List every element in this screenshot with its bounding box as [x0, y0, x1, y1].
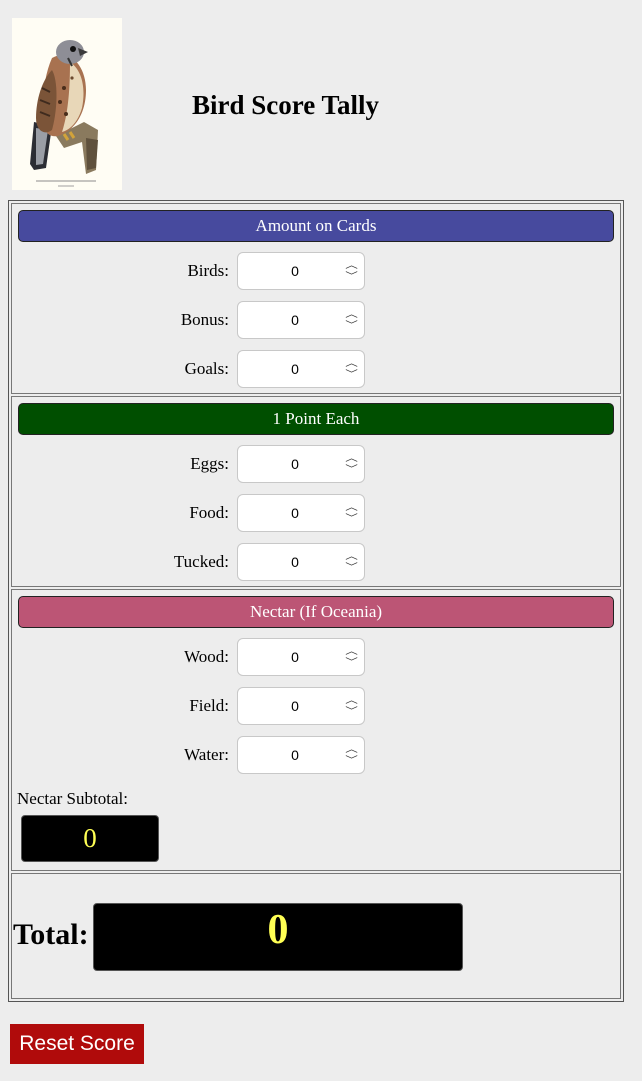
- eggs-stepper[interactable]: ︿ ﹀: [346, 454, 359, 474]
- chevron-up-icon[interactable]: ︿: [346, 744, 359, 754]
- tucked-label: Tucked:: [173, 551, 229, 571]
- row-eggs: Eggs: 0 ︿ ﹀: [12, 440, 620, 489]
- section-header-nectar: Nectar (If Oceania): [18, 596, 614, 629]
- chevron-down-icon[interactable]: ﹀: [346, 707, 359, 716]
- chevron-up-icon[interactable]: ︿: [346, 696, 359, 705]
- eggs-label: Eggs:: [190, 454, 229, 474]
- row-field: Field: 0 ︿ ﹀: [12, 682, 620, 731]
- chevron-up-icon[interactable]: ︿: [346, 310, 359, 319]
- field-input[interactable]: 0 ︿ ﹀: [237, 687, 365, 726]
- kestrel-bird-image: [12, 18, 122, 190]
- row-birds: Birds: 0 ︿ ﹀: [12, 247, 620, 296]
- goals-stepper[interactable]: ︿ ﹀: [346, 358, 359, 379]
- section-nectar: Nectar (If Oceania) Wood: 0 ︿ ﹀ Field: 0 ︿ ﹀…: [11, 589, 621, 872]
- field-stepper[interactable]: ︿ ﹀: [346, 696, 359, 716]
- chevron-up-icon[interactable]: ︿: [346, 647, 359, 656]
- water-label: Water:: [184, 744, 229, 764]
- chevron-up-icon[interactable]: ︿: [346, 358, 359, 368]
- chevron-up-icon[interactable]: ︿: [346, 551, 359, 561]
- birds-input[interactable]: 0 ︿ ﹀: [237, 252, 365, 291]
- section-cards: Amount on Cards Birds: 0 ︿ ﹀ Bonus: 0 ︿ ﹀ Go…: [11, 203, 621, 395]
- row-food: Food: 0 ︿ ﹀: [12, 489, 620, 538]
- score-table: Amount on Cards Birds: 0 ︿ ﹀ Bonus: 0 ︿ ﹀ Go…: [8, 200, 624, 1003]
- wood-value: 0: [291, 649, 299, 666]
- row-tucked: Tucked: 0 ︿ ﹀: [12, 537, 620, 586]
- row-wood: Wood: 0 ︿ ﹀: [12, 633, 620, 682]
- chevron-down-icon[interactable]: ﹀: [346, 755, 359, 765]
- bonus-label: Bonus:: [180, 310, 229, 330]
- nectar-subtotal-value: 0: [21, 815, 159, 863]
- food-stepper[interactable]: ︿ ﹀: [346, 503, 359, 523]
- page-title: Bird Score Tally: [192, 90, 380, 120]
- row-bonus: Bonus: 0 ︿ ﹀: [12, 296, 620, 345]
- goals-input[interactable]: 0 ︿ ﹀: [237, 349, 365, 388]
- eggs-input[interactable]: 0 ︿ ﹀: [237, 445, 365, 484]
- birds-value: 0: [291, 263, 299, 280]
- tucked-input[interactable]: 0 ︿ ﹀: [237, 542, 365, 581]
- birds-stepper[interactable]: ︿ ﹀: [346, 261, 359, 281]
- water-input[interactable]: 0 ︿ ﹀: [237, 735, 365, 774]
- bonus-input[interactable]: 0 ︿ ﹀: [237, 301, 365, 340]
- nectar-subtotal-label: Nectar Subtotal:: [17, 789, 128, 809]
- row-goals: Goals: 0 ︿ ﹀: [12, 344, 620, 393]
- section-one-point: 1 Point Each Eggs: 0 ︿ ﹀ Food: 0 ︿ ﹀ Tucked:…: [11, 396, 621, 588]
- goals-label: Goals:: [184, 358, 229, 378]
- tucked-value: 0: [291, 553, 299, 570]
- chevron-up-icon[interactable]: ︿: [346, 454, 359, 463]
- row-water: Water: 0 ︿ ﹀: [12, 731, 620, 780]
- section-header-cards: Amount on Cards: [18, 210, 614, 242]
- birds-label: Birds:: [187, 261, 229, 281]
- wood-stepper[interactable]: ︿ ﹀: [346, 647, 359, 667]
- chevron-down-icon[interactable]: ﹀: [346, 658, 359, 667]
- water-value: 0: [291, 746, 299, 763]
- chevron-up-icon[interactable]: ︿: [346, 261, 359, 270]
- section-header-one-point: 1 Point Each: [18, 403, 614, 436]
- bonus-stepper[interactable]: ︿ ﹀: [346, 310, 359, 330]
- food-label: Food:: [189, 503, 229, 523]
- bonus-value: 0: [291, 312, 299, 329]
- reset-score-button[interactable]: Reset Score: [10, 1024, 144, 1064]
- tucked-stepper[interactable]: ︿ ﹀: [346, 551, 359, 572]
- eggs-value: 0: [291, 456, 299, 473]
- page-header: Bird Score Tally: [12, 18, 632, 192]
- total-label: Total:: [13, 918, 89, 952]
- goals-value: 0: [291, 360, 299, 377]
- chevron-down-icon[interactable]: ﹀: [346, 465, 359, 474]
- total-value: 0: [93, 903, 463, 972]
- food-value: 0: [291, 505, 299, 522]
- water-stepper[interactable]: ︿ ﹀: [346, 744, 359, 765]
- chevron-down-icon[interactable]: ﹀: [346, 321, 359, 330]
- chevron-down-icon[interactable]: ﹀: [346, 562, 359, 572]
- section-total: Total: 0: [11, 873, 621, 1000]
- food-input[interactable]: 0 ︿ ﹀: [237, 494, 365, 533]
- field-label: Field:: [189, 696, 229, 716]
- chevron-down-icon[interactable]: ﹀: [346, 514, 359, 523]
- field-value: 0: [291, 698, 299, 715]
- wood-label: Wood:: [184, 647, 229, 667]
- chevron-down-icon[interactable]: ﹀: [346, 272, 359, 281]
- chevron-down-icon[interactable]: ﹀: [346, 369, 359, 379]
- chevron-up-icon[interactable]: ︿: [346, 503, 359, 512]
- wood-input[interactable]: 0 ︿ ﹀: [237, 638, 365, 677]
